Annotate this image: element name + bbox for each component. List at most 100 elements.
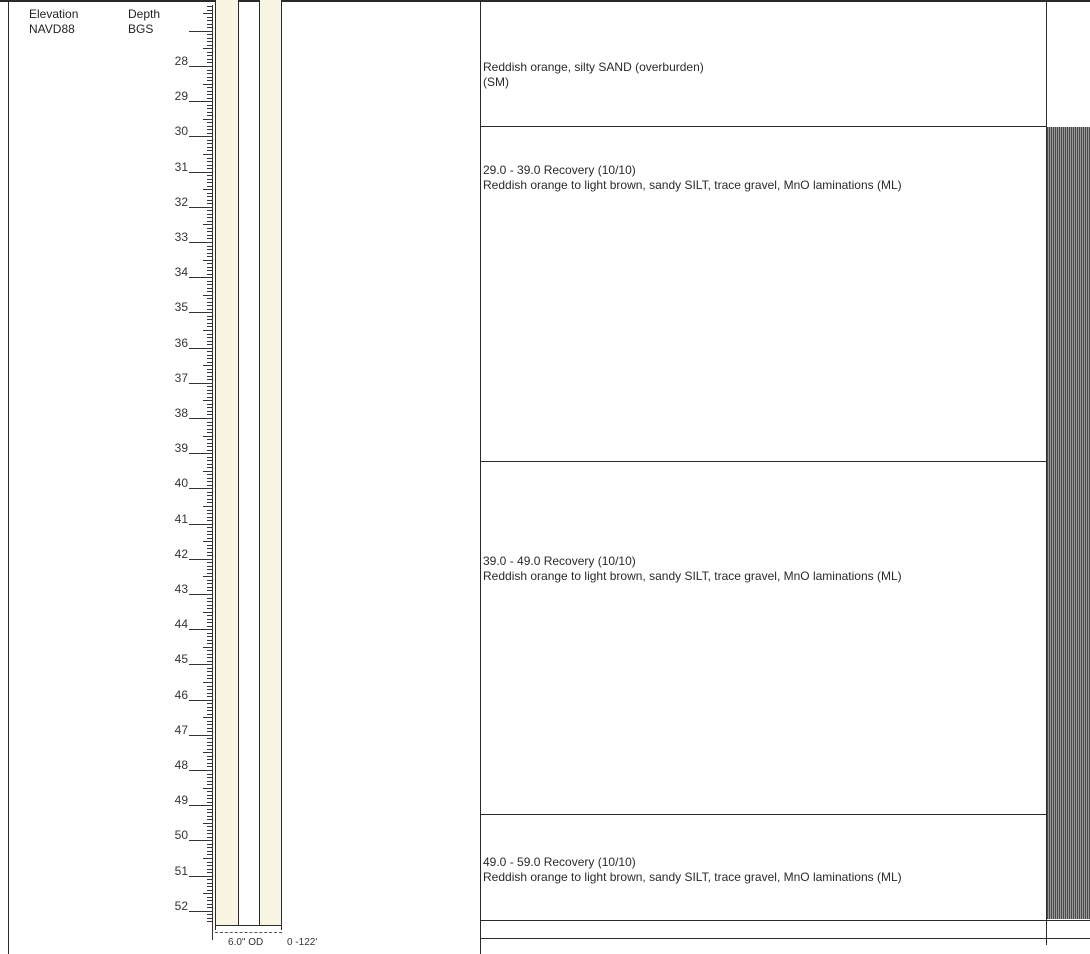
depth-minor-tick [207,724,212,725]
depth-minor-tick [207,94,212,95]
depth-minor-tick [207,253,212,254]
depth-minor-tick [207,341,212,342]
depth-minor-tick [207,548,212,549]
depth-minor-tick [203,154,212,155]
description-overburden-line2: (SM) [483,75,509,89]
depth-minor-tick [207,738,212,739]
interval-boundary-39 [480,461,1047,462]
depth-minor-tick [207,457,212,458]
description-49-59-line1: 49.0 - 59.0 Recovery (10/10) [483,855,636,869]
depth-minor-tick [207,446,212,447]
depth-minor-tick [207,150,212,151]
depth-minor-tick [207,467,212,468]
depth-minor-tick [207,55,212,56]
elevation-unit: NAVD88 [29,22,75,36]
depth-minor-tick [207,531,212,532]
depth-minor-tick [203,647,212,648]
depth-minor-tick [207,615,212,616]
depth-minor-tick [207,619,212,620]
depth-minor-tick [203,295,212,296]
depth-minor-tick [207,249,212,250]
depth-minor-tick [207,562,212,563]
depth-major-tick [189,840,212,841]
depth-minor-tick [207,854,212,855]
depth-minor-tick [203,189,212,190]
depth-minor-tick [207,833,212,834]
depth-minor-tick [207,291,212,292]
depth-minor-tick [207,323,212,324]
depth-minor-tick [207,714,212,715]
depth-label-52: 52 [174,899,188,913]
depth-minor-tick [203,436,212,437]
depth-minor-tick [203,224,212,225]
depth-minor-tick [207,62,212,63]
description-39-49-line2: Reddish orange to light brown, sandy SIL… [483,569,902,583]
depth-major-tick [189,383,212,384]
well-borehole-wall-right [281,0,282,930]
depth-minor-tick [207,886,212,887]
depth-minor-tick [207,513,212,514]
depth-minor-tick [207,844,212,845]
depth-minor-tick [207,298,212,299]
depth-minor-tick [207,703,212,704]
depth-minor-tick [207,485,212,486]
depth-minor-tick [207,890,212,891]
depth-minor-tick [207,73,212,74]
depth-minor-tick [207,334,212,335]
description-49-59: 49.0 - 59.0 Recovery (10/10) Reddish ora… [483,855,902,885]
depth-minor-tick [207,707,212,708]
depth-major-tick [189,348,212,349]
depth-minor-tick [207,376,212,377]
depth-minor-tick [207,140,212,141]
depth-minor-tick [207,749,212,750]
depth-minor-tick [203,400,212,401]
depth-minor-tick [207,369,212,370]
depth-label-37: 37 [174,371,188,385]
depth-minor-tick [207,316,212,317]
depth-minor-tick [207,24,212,25]
depth-minor-tick [207,432,212,433]
depth-minor-tick [207,566,212,567]
depth-minor-tick [207,288,212,289]
depth-minor-tick [207,812,212,813]
depth-unit: BGS [128,22,154,36]
depth-minor-tick [207,196,212,197]
depth-minor-tick [207,143,212,144]
depth-minor-tick [207,390,212,391]
depth-major-tick [189,312,212,313]
depth-minor-tick [207,538,212,539]
depth-minor-tick [207,235,212,236]
description-29-39-line2: Reddish orange to light brown, sandy SIL… [483,178,902,192]
depth-minor-tick [207,686,212,687]
depth-major-tick [189,242,212,243]
depth-minor-tick [207,91,212,92]
depth-label-28: 28 [174,54,188,68]
depth-minor-tick [207,41,212,42]
depth-minor-tick [207,429,212,430]
depth-minor-tick [207,319,212,320]
depth-minor-tick [207,756,212,757]
depth-minor-tick [207,112,212,113]
depth-minor-tick [207,422,212,423]
depth-minor-tick [203,471,212,472]
interval-boundary-bottom [480,920,1090,921]
depth-minor-tick [207,883,212,884]
depth-minor-tick [207,404,212,405]
depth-minor-tick [207,675,212,676]
depth-minor-tick [207,362,212,363]
depth-minor-tick [203,858,212,859]
depth-minor-tick [207,337,212,338]
depth-minor-tick [207,918,212,919]
depth-minor-tick [207,175,212,176]
depth-minor-tick [207,766,212,767]
depth-minor-tick [203,893,212,894]
casing-interval-label: 0 -122' [287,937,318,948]
depth-minor-tick [207,274,212,275]
depth-minor-tick [207,517,212,518]
depth-minor-tick [207,869,212,870]
depth-major-tick [189,101,212,102]
description-29-39-line1: 29.0 - 39.0 Recovery (10/10) [483,163,636,177]
description-29-39: 29.0 - 39.0 Recovery (10/10) Reddish ora… [483,163,902,193]
depth-minor-tick [207,425,212,426]
depth-major-tick [189,453,212,454]
